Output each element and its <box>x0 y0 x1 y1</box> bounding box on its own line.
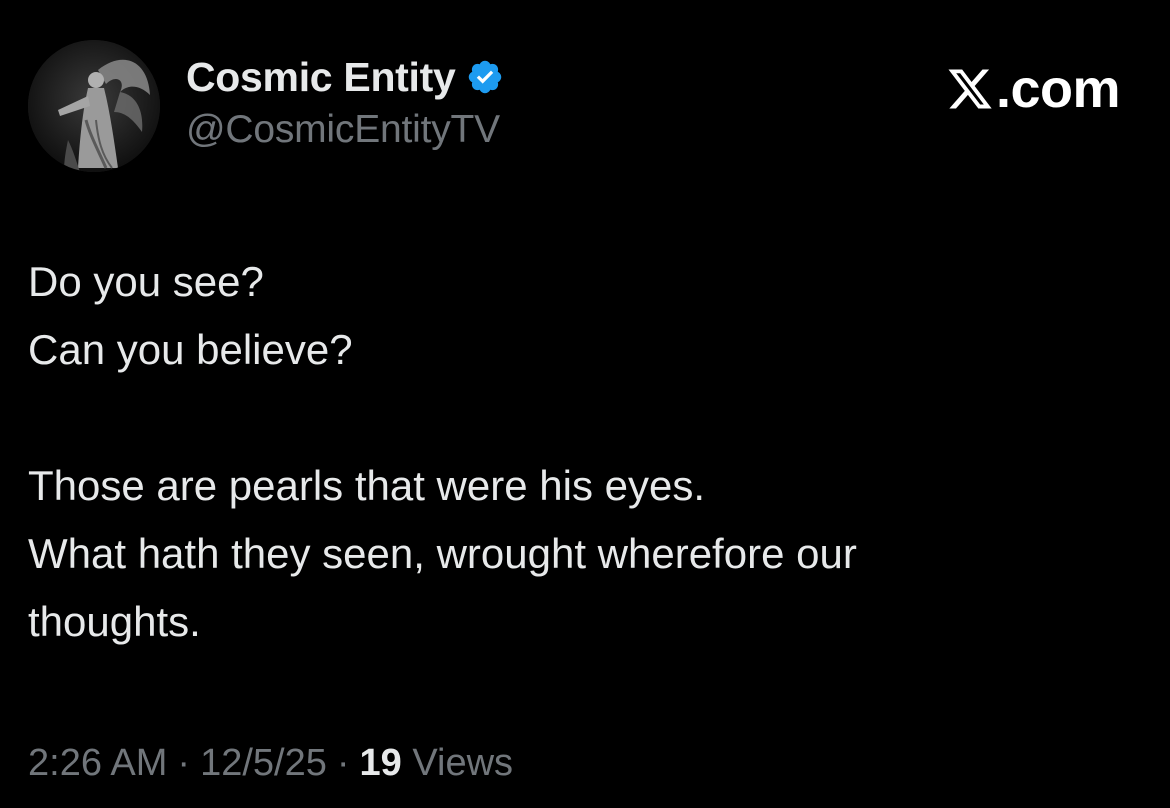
tweet-date[interactable]: 12/5/25 <box>200 742 327 784</box>
tweet-line: Can you believe? <box>28 326 353 373</box>
tweet-line: Those are pearls that were his eyes. <box>28 462 706 509</box>
tweet-paragraph-gap <box>28 384 1128 452</box>
tweet-meta: 2:26 AM · 12/5/25 · 19 Views <box>28 742 513 785</box>
verified-badge-icon <box>466 58 504 96</box>
display-name[interactable]: Cosmic Entity <box>186 54 456 101</box>
tweet-line: thoughts. <box>28 598 201 645</box>
site-mark-text: .com <box>995 59 1121 119</box>
site-mark: .com <box>946 58 1121 120</box>
avatar[interactable] <box>28 40 160 172</box>
views-count: 19 <box>359 742 402 784</box>
tweet-line: Do you see? <box>28 258 264 305</box>
display-name-row: Cosmic Entity <box>186 52 504 102</box>
tweet-card: Cosmic Entity @CosmicEntityTV .com Do yo… <box>0 0 1170 808</box>
meta-separator: · <box>177 742 191 784</box>
meta-separator: · <box>336 742 350 784</box>
author-block: Cosmic Entity @CosmicEntityTV <box>186 52 504 152</box>
winged-angel-statue-avatar-icon <box>28 40 160 172</box>
tweet-time[interactable]: 2:26 AM <box>28 742 167 784</box>
x-logo-icon <box>946 65 994 113</box>
tweet-line: What hath they seen, wrought wherefore o… <box>28 530 857 577</box>
tweet-text: Do you see? Can you believe? Those are p… <box>28 248 1128 656</box>
views-label: Views <box>412 742 514 784</box>
user-handle[interactable]: @CosmicEntityTV <box>186 108 504 152</box>
